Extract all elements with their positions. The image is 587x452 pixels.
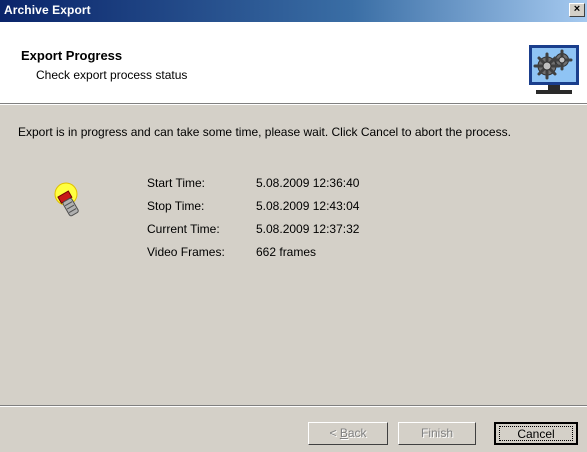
current-time-label: Current Time:: [147, 222, 220, 236]
progress-message: Export is in progress and can take some …: [18, 125, 511, 139]
back-prefix: <: [329, 426, 340, 440]
flashlight-icon: [54, 182, 79, 217]
archive-export-dialog: Archive Export × Export Progress Check e…: [0, 0, 587, 452]
current-time-value: 5.08.2009 12:37:32: [256, 222, 360, 236]
back-button-label: < Back: [329, 426, 366, 440]
stop-time-value: 5.08.2009 12:43:04: [256, 199, 360, 213]
back-button[interactable]: < Back: [308, 422, 388, 445]
header-divider: [0, 103, 587, 105]
footer-divider: [0, 405, 587, 407]
start-time-label: Start Time:: [147, 176, 206, 190]
start-time-value: 5.08.2009 12:36:40: [256, 176, 360, 190]
video-frames-label: Video Frames:: [147, 245, 225, 259]
finish-button[interactable]: Finish: [398, 422, 476, 445]
back-mnemonic: B: [339, 426, 348, 440]
header-title: Export Progress: [21, 48, 123, 63]
title-bar[interactable]: Archive Export ×: [0, 0, 587, 22]
wizard-header: Export Progress Check export process sta…: [0, 22, 587, 103]
cancel-button-label: Cancel: [517, 427, 555, 441]
finish-button-label: Finish: [420, 426, 453, 440]
window-title: Archive Export: [4, 3, 91, 17]
video-frames-value: 662 frames: [256, 245, 317, 259]
cancel-button[interactable]: Cancel: [494, 422, 578, 445]
gears-monitor-icon: [529, 45, 579, 94]
back-rest: ack: [347, 426, 367, 440]
stop-time-label: Stop Time:: [147, 199, 205, 213]
close-icon: ×: [573, 3, 581, 15]
close-button[interactable]: ×: [569, 3, 585, 17]
header-subtitle: Check export process status: [36, 68, 188, 82]
